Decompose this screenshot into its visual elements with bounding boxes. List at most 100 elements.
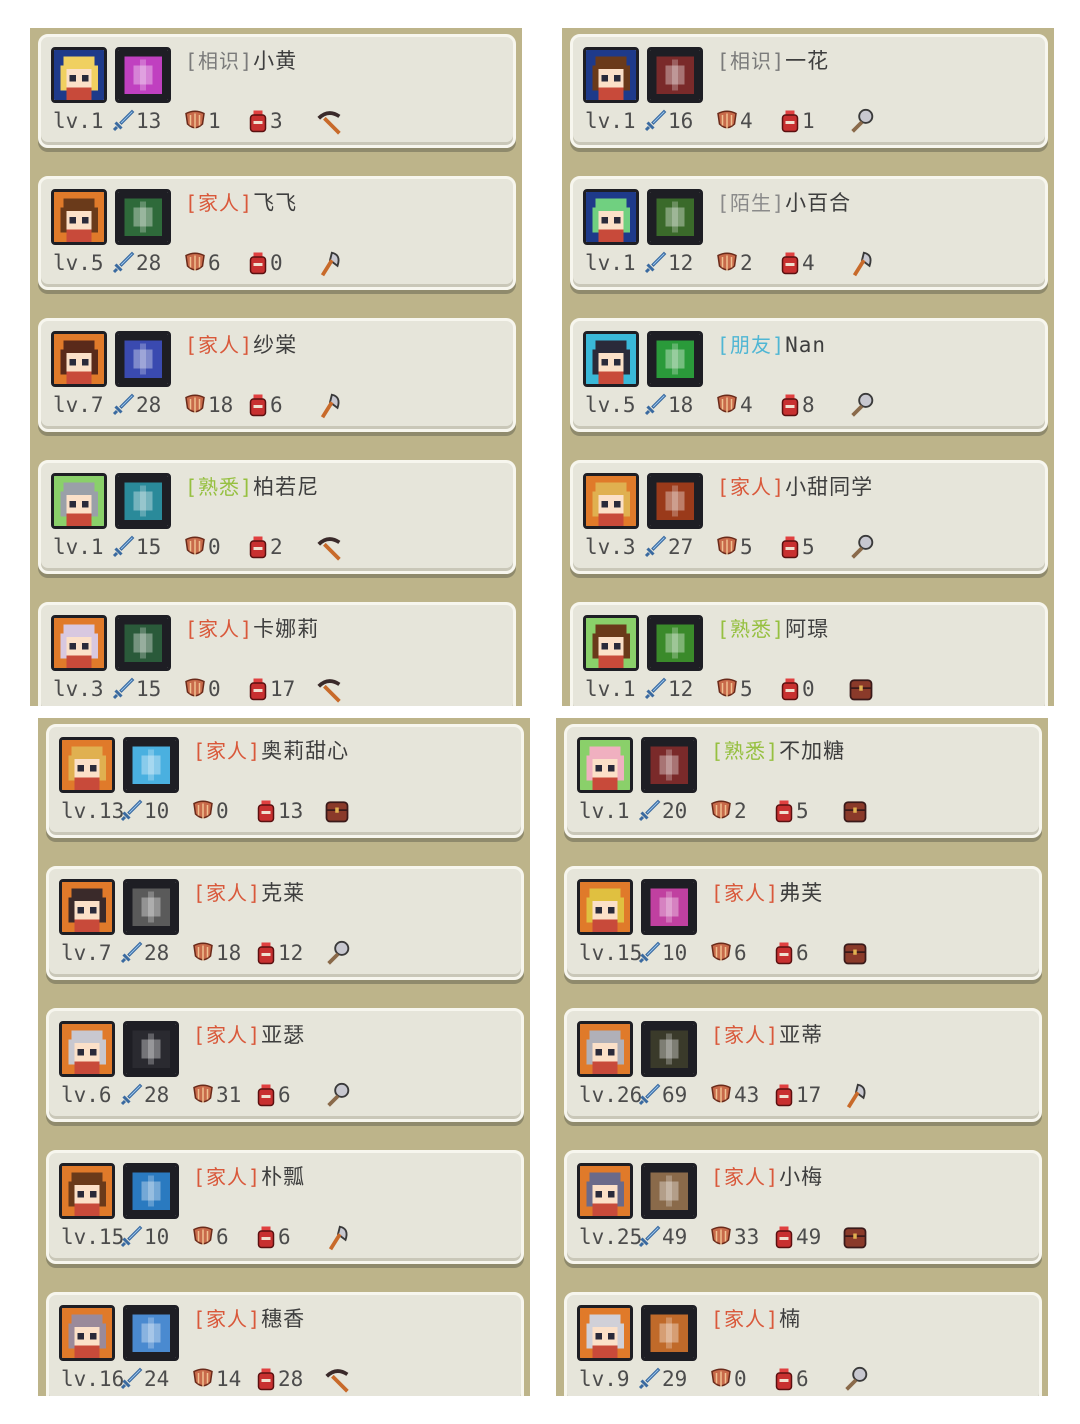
attack-value: 15 <box>136 535 162 559</box>
potion-icon <box>773 941 796 965</box>
shovel-icon[interactable] <box>841 1365 871 1396</box>
character-card[interactable]: [家人]亚蒂 lv.26 69 43 17 <box>564 1008 1042 1122</box>
skill-icon <box>115 615 171 671</box>
potion-value: 6 <box>278 1225 291 1249</box>
attack-stat: 10 <box>119 1225 169 1249</box>
relation-tag: [家人] <box>711 881 780 905</box>
chest-icon[interactable] <box>841 797 869 830</box>
character-name-line: [熟悉]柏若尼 <box>185 471 319 501</box>
shield-icon <box>183 251 208 275</box>
character-name-line: [熟悉]阿璟 <box>717 613 829 643</box>
character-card[interactable]: [相识]小黄 lv.1 13 1 3 <box>38 34 516 148</box>
level-value: lv.15 <box>61 1225 125 1249</box>
character-portrait <box>51 615 107 671</box>
shield-icon <box>709 1083 734 1107</box>
attack-stat: 69 <box>637 1083 687 1107</box>
axe-icon[interactable] <box>315 249 345 284</box>
potion-stat: 3 <box>247 109 283 133</box>
attack-stat: 15 <box>111 677 161 701</box>
character-card[interactable]: [家人]卡娜莉 lv.3 15 0 17 <box>38 602 516 706</box>
potion-icon <box>779 535 802 559</box>
character-card[interactable]: [家人]纱棠 lv.7 28 18 6 <box>38 318 516 432</box>
sword-icon <box>111 251 136 275</box>
relation-tag: [家人] <box>193 1023 262 1047</box>
defense-stat: 2 <box>709 799 747 823</box>
potion-value: 2 <box>270 535 283 559</box>
potion-stat: 4 <box>779 251 815 275</box>
defense-stat: 43 <box>709 1083 759 1107</box>
character-card[interactable]: [家人]克莱 lv.7 28 18 12 <box>46 866 524 980</box>
attack-value: 15 <box>136 677 162 701</box>
relation-tag: [熟悉] <box>717 617 786 641</box>
shovel-icon[interactable] <box>847 533 877 568</box>
character-card[interactable]: [家人]穗香 lv.16 24 14 28 <box>46 1292 524 1396</box>
shield-icon <box>191 941 216 965</box>
shovel-icon[interactable] <box>323 1081 353 1116</box>
relation-tag: [家人] <box>193 881 262 905</box>
relation-tag: [家人] <box>717 475 786 499</box>
character-name: 小甜同学 <box>785 475 874 499</box>
character-card[interactable]: [熟悉]柏若尼 lv.1 15 0 2 <box>38 460 516 574</box>
potion-icon <box>247 677 270 701</box>
chest-icon[interactable] <box>841 939 869 972</box>
chest-icon[interactable] <box>323 797 351 830</box>
skill-icon <box>123 737 179 793</box>
defense-stat: 6 <box>191 1225 229 1249</box>
shovel-icon[interactable] <box>323 939 353 974</box>
skill-icon <box>641 879 697 935</box>
shield-icon <box>709 799 734 823</box>
defense-stat: 18 <box>191 941 241 965</box>
axe-icon[interactable] <box>323 1223 353 1258</box>
character-card[interactable]: [家人]朴瓢 lv.15 10 6 6 <box>46 1150 524 1264</box>
potion-stat: 0 <box>779 677 815 701</box>
pickaxe-icon[interactable] <box>323 1365 353 1396</box>
character-card[interactable]: [相识]一花 lv.1 16 4 1 <box>570 34 1048 148</box>
level-value: lv.25 <box>579 1225 643 1249</box>
character-name-line: [家人]小甜同学 <box>717 471 873 501</box>
relation-tag: [家人] <box>711 1307 780 1331</box>
sword-icon <box>637 1083 662 1107</box>
potion-icon <box>255 1083 278 1107</box>
attack-stat: 15 <box>111 535 161 559</box>
sword-icon <box>637 1367 662 1391</box>
potion-value: 49 <box>796 1225 822 1249</box>
shovel-icon[interactable] <box>847 107 877 142</box>
defense-value: 2 <box>734 799 747 823</box>
chest-icon[interactable] <box>841 1223 869 1256</box>
character-portrait <box>577 737 633 793</box>
level-value: lv.7 <box>53 393 104 417</box>
defense-value: 5 <box>740 535 753 559</box>
shovel-icon[interactable] <box>847 391 877 426</box>
character-name-line: [家人]克莱 <box>193 877 305 907</box>
character-card[interactable]: [陌生]小百合 lv.1 12 2 4 <box>570 176 1048 290</box>
pickaxe-icon[interactable] <box>315 675 345 706</box>
character-name: 朴瓢 <box>261 1165 306 1189</box>
attack-value: 69 <box>662 1083 688 1107</box>
pickaxe-icon[interactable] <box>315 107 345 142</box>
character-card[interactable]: [朋友]Nan lv.5 18 4 8 <box>570 318 1048 432</box>
defense-stat: 0 <box>183 677 221 701</box>
pickaxe-icon[interactable] <box>315 533 345 568</box>
character-card[interactable]: [家人]楠 lv.9 29 0 6 <box>564 1292 1042 1396</box>
defense-value: 18 <box>216 941 242 965</box>
defense-value: 31 <box>216 1083 242 1107</box>
character-card[interactable]: [家人]弗芙 lv.15 10 6 6 <box>564 866 1042 980</box>
character-card[interactable]: [熟悉]不加糖 lv.1 20 2 5 <box>564 724 1042 838</box>
character-card[interactable]: [家人]小甜同学 lv.3 27 5 5 <box>570 460 1048 574</box>
potion-icon <box>247 535 270 559</box>
defense-value: 33 <box>734 1225 760 1249</box>
chest-icon[interactable] <box>847 675 875 706</box>
potion-stat: 17 <box>773 1083 821 1107</box>
axe-icon[interactable] <box>847 249 877 284</box>
character-card[interactable]: [家人]小梅 lv.25 49 33 49 <box>564 1150 1042 1264</box>
character-card[interactable]: [家人]飞飞 lv.5 28 6 0 <box>38 176 516 290</box>
axe-icon[interactable] <box>841 1081 871 1116</box>
character-card[interactable]: [家人]亚瑟 lv.6 28 31 6 <box>46 1008 524 1122</box>
character-portrait <box>583 615 639 671</box>
potion-icon <box>247 393 270 417</box>
attack-stat: 29 <box>637 1367 687 1391</box>
character-card[interactable]: [熟悉]阿璟 lv.1 12 5 0 <box>570 602 1048 706</box>
defense-stat: 31 <box>191 1083 241 1107</box>
character-card[interactable]: [家人]奥莉甜心 lv.13 10 0 13 <box>46 724 524 838</box>
axe-icon[interactable] <box>315 391 345 426</box>
